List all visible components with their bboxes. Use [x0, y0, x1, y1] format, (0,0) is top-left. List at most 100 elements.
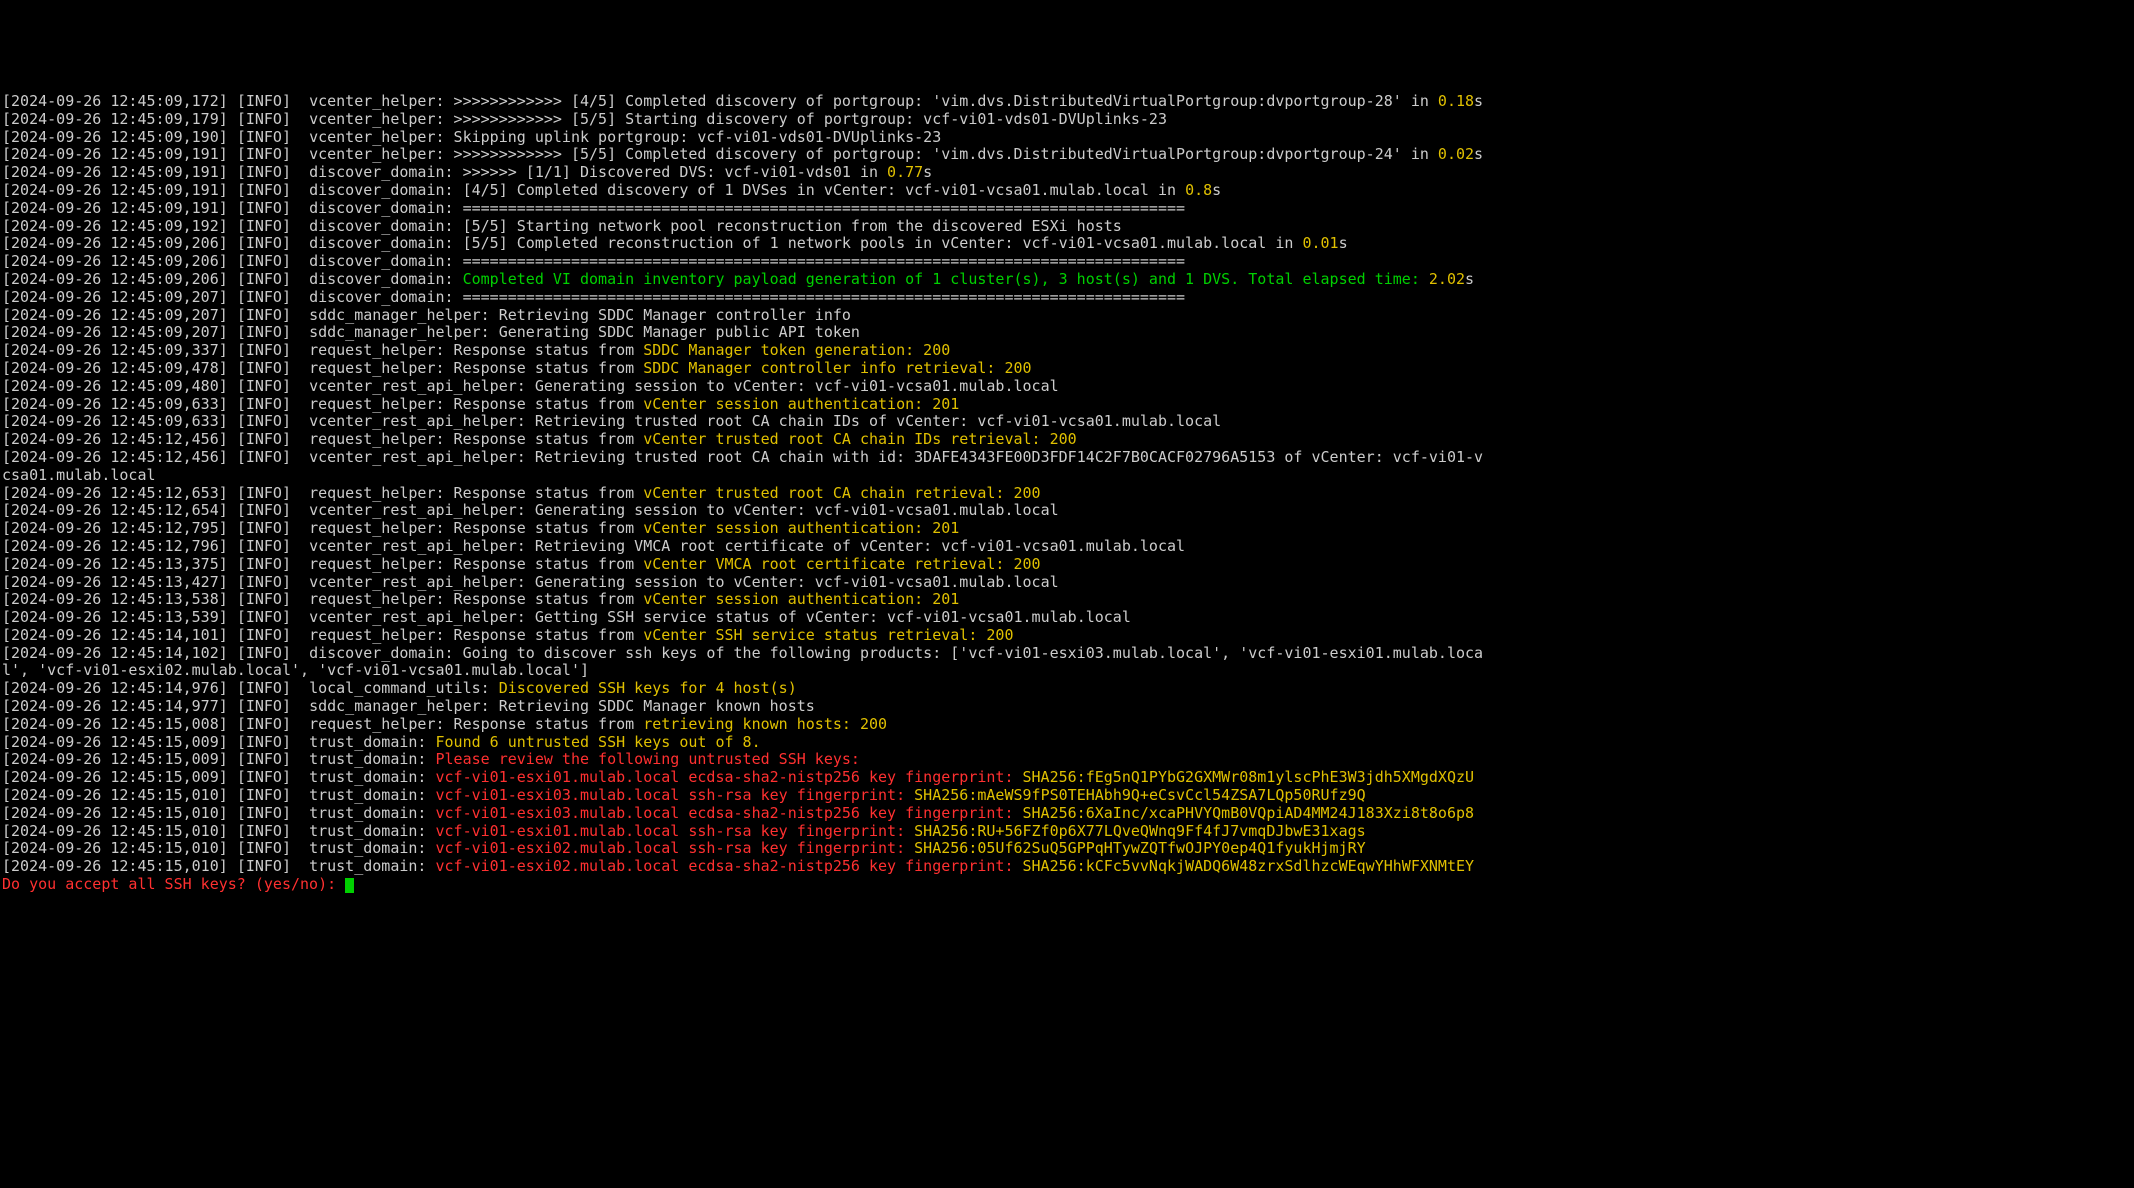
log-segment — [426, 768, 435, 786]
log-level: [INFO] — [237, 839, 291, 857]
log-level: [INFO] — [237, 626, 291, 644]
log-segment: [5/5] Starting network pool reconstructi… — [454, 217, 1122, 235]
log-module: sddc_manager_helper: — [309, 697, 490, 715]
log-segment: Response status from — [445, 519, 644, 537]
log-segment: Getting SSH service status of vCenter: v… — [526, 608, 1131, 626]
log-level: [INFO] — [237, 804, 291, 822]
log-segment: 0.77 — [887, 163, 923, 181]
log-module: trust_domain: — [309, 839, 426, 857]
log-level: [INFO] — [237, 573, 291, 591]
log-level: [INFO] — [237, 697, 291, 715]
log-level: [INFO] — [237, 252, 291, 270]
log-line: [2024-09-26 12:45:15,010] [INFO] trust_d… — [2, 787, 2132, 805]
timestamp: [2024-09-26 12:45:09,179] — [2, 110, 228, 128]
log-module: request_helper: — [309, 590, 444, 608]
log-level: [INFO] — [237, 288, 291, 306]
log-segment: 0.01 — [1302, 234, 1338, 252]
timestamp: [2024-09-26 12:45:15,010] — [2, 857, 228, 875]
log-line: [2024-09-26 12:45:09,480] [INFO] vcenter… — [2, 378, 2132, 396]
log-module: vcenter_rest_api_helper: — [309, 537, 526, 555]
timestamp: [2024-09-26 12:45:15,009] — [2, 768, 228, 786]
log-segment — [454, 270, 463, 288]
ssh-accept-prompt[interactable]: Do you accept all SSH keys? (yes/no): — [2, 876, 2132, 894]
log-module: sddc_manager_helper: — [309, 306, 490, 324]
log-module: vcenter_helper: — [309, 110, 444, 128]
log-segment: Skipping uplink portgroup: vcf-vi01-vds0… — [445, 128, 942, 146]
log-segment: Please review the following untrusted SS… — [436, 750, 860, 768]
log-module: local_command_utils: — [309, 679, 490, 697]
log-level: [INFO] — [237, 857, 291, 875]
log-segment: Found 6 untrusted SSH keys out of 8. — [436, 733, 761, 751]
log-line: [2024-09-26 12:45:09,190] [INFO] vcenter… — [2, 129, 2132, 147]
log-segment: 2.02 — [1429, 270, 1465, 288]
log-level: [INFO] — [237, 412, 291, 430]
log-module: request_helper: — [309, 519, 444, 537]
log-level: [INFO] — [237, 377, 291, 395]
log-segment: SHA256:RU+56FZf0p6X77LQveQWnq9Ff4fJ7vmqD… — [914, 822, 1366, 840]
log-segment: Response status from — [445, 395, 644, 413]
log-level: [INFO] — [237, 537, 291, 555]
log-segment: vCenter session authentication: 201 — [643, 395, 959, 413]
log-segment: Retrieving SDDC Manager known hosts — [490, 697, 815, 715]
timestamp: [2024-09-26 12:45:15,010] — [2, 804, 228, 822]
log-segment — [426, 804, 435, 822]
timestamp: [2024-09-26 12:45:12,653] — [2, 484, 228, 502]
log-segment: vCenter session authentication: 201 — [643, 590, 959, 608]
log-line: [2024-09-26 12:45:13,375] [INFO] request… — [2, 556, 2132, 574]
log-segment: 0.02 — [1438, 145, 1474, 163]
timestamp: [2024-09-26 12:45:14,977] — [2, 697, 228, 715]
log-segment: vCenter trusted root CA chain IDs retrie… — [643, 430, 1076, 448]
log-line: [2024-09-26 12:45:09,207] [INFO] sddc_ma… — [2, 324, 2132, 342]
log-segment: >>>>>>>>>>>> [5/5] Completed discovery o… — [445, 145, 1438, 163]
log-line: [2024-09-26 12:45:12,795] [INFO] request… — [2, 520, 2132, 538]
timestamp: [2024-09-26 12:45:09,190] — [2, 128, 228, 146]
log-module: discover_domain: — [309, 644, 454, 662]
log-segment: SDDC Manager controller info retrieval: … — [643, 359, 1031, 377]
log-level: [INFO] — [237, 501, 291, 519]
log-segment: Retrieving SDDC Manager controller info — [490, 306, 851, 324]
log-line: [2024-09-26 12:45:15,010] [INFO] trust_d… — [2, 858, 2132, 876]
log-segment: ========================================… — [454, 252, 1186, 270]
log-segment — [426, 857, 435, 875]
log-segment: Response status from — [445, 359, 644, 377]
timestamp: [2024-09-26 12:45:12,796] — [2, 537, 228, 555]
log-segment: Going to discover ssh keys of the follow… — [454, 644, 1484, 662]
log-module: discover_domain: — [309, 270, 454, 288]
log-line: [2024-09-26 12:45:09,633] [INFO] request… — [2, 396, 2132, 414]
log-level: [INFO] — [237, 163, 291, 181]
timestamp: [2024-09-26 12:45:15,008] — [2, 715, 228, 733]
log-line: [2024-09-26 12:45:15,009] [INFO] trust_d… — [2, 769, 2132, 787]
log-level: [INFO] — [237, 608, 291, 626]
log-module: vcenter_rest_api_helper: — [309, 573, 526, 591]
log-line: [2024-09-26 12:45:09,478] [INFO] request… — [2, 360, 2132, 378]
timestamp: [2024-09-26 12:45:09,206] — [2, 234, 228, 252]
log-module: trust_domain: — [309, 733, 426, 751]
log-line: [2024-09-26 12:45:13,427] [INFO] vcenter… — [2, 574, 2132, 592]
timestamp: [2024-09-26 12:45:13,538] — [2, 590, 228, 608]
log-level: [INFO] — [237, 484, 291, 502]
log-module: request_helper: — [309, 341, 444, 359]
log-segment: vCenter trusted root CA chain retrieval:… — [643, 484, 1040, 502]
log-level: [INFO] — [237, 128, 291, 146]
log-line: csa01.mulab.local — [2, 467, 2132, 485]
log-level: [INFO] — [237, 359, 291, 377]
log-module: discover_domain: — [309, 199, 454, 217]
log-line: [2024-09-26 12:45:12,654] [INFO] vcenter… — [2, 502, 2132, 520]
log-level: [INFO] — [237, 750, 291, 768]
log-line: [2024-09-26 12:45:15,010] [INFO] trust_d… — [2, 805, 2132, 823]
log-segment — [490, 679, 499, 697]
log-segment: vcf-vi01-esxi01.mulab.local ecdsa-sha2-n… — [436, 768, 1023, 786]
terminal-output[interactable]: [2024-09-26 12:45:09,172] [INFO] vcenter… — [0, 89, 2134, 898]
log-segment: vcf-vi01-esxi03.mulab.local ssh-rsa key … — [436, 786, 915, 804]
log-segment: Response status from — [445, 555, 644, 573]
log-module: request_helper: — [309, 395, 444, 413]
log-module: trust_domain: — [309, 786, 426, 804]
log-segment: [4/5] Completed discovery of 1 DVSes in … — [454, 181, 1186, 199]
log-module: vcenter_helper: — [309, 145, 444, 163]
log-line: [2024-09-26 12:45:09,191] [INFO] vcenter… — [2, 146, 2132, 164]
log-level: [INFO] — [237, 199, 291, 217]
log-segment: SHA256:fEg5nQ1PYbG2GXMWr08m1ylscPhE3W3jd… — [1023, 768, 1475, 786]
timestamp: [2024-09-26 12:45:12,654] — [2, 501, 228, 519]
timestamp: [2024-09-26 12:45:15,010] — [2, 786, 228, 804]
timestamp: [2024-09-26 12:45:09,191] — [2, 181, 228, 199]
